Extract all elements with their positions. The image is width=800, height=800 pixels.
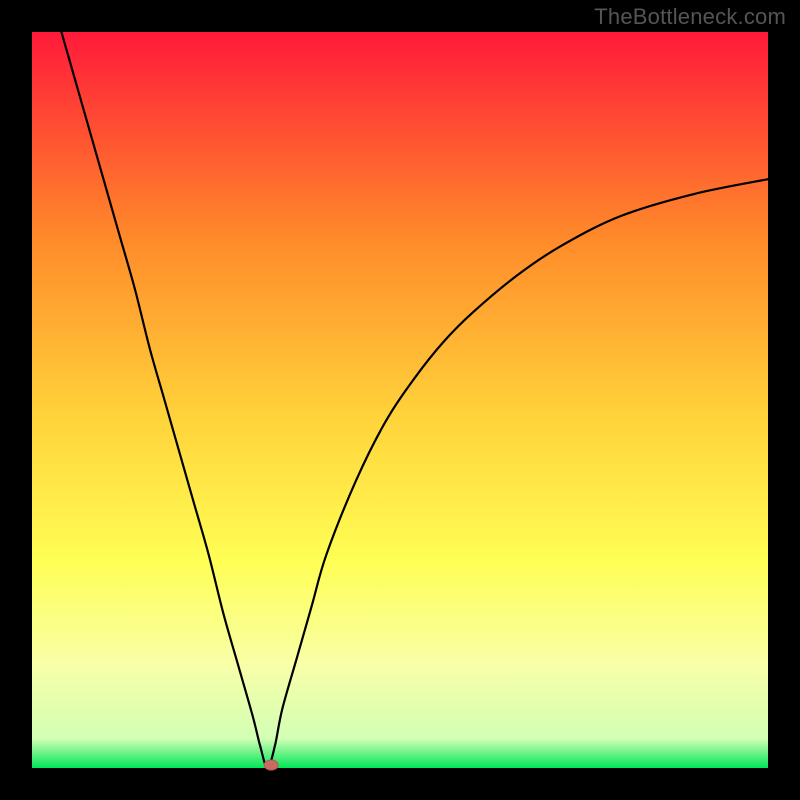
chart-stage: TheBottleneck.com bbox=[0, 0, 800, 800]
bottleneck-chart bbox=[0, 0, 800, 800]
watermark-text: TheBottleneck.com bbox=[594, 4, 786, 30]
minimum-marker bbox=[264, 760, 278, 770]
